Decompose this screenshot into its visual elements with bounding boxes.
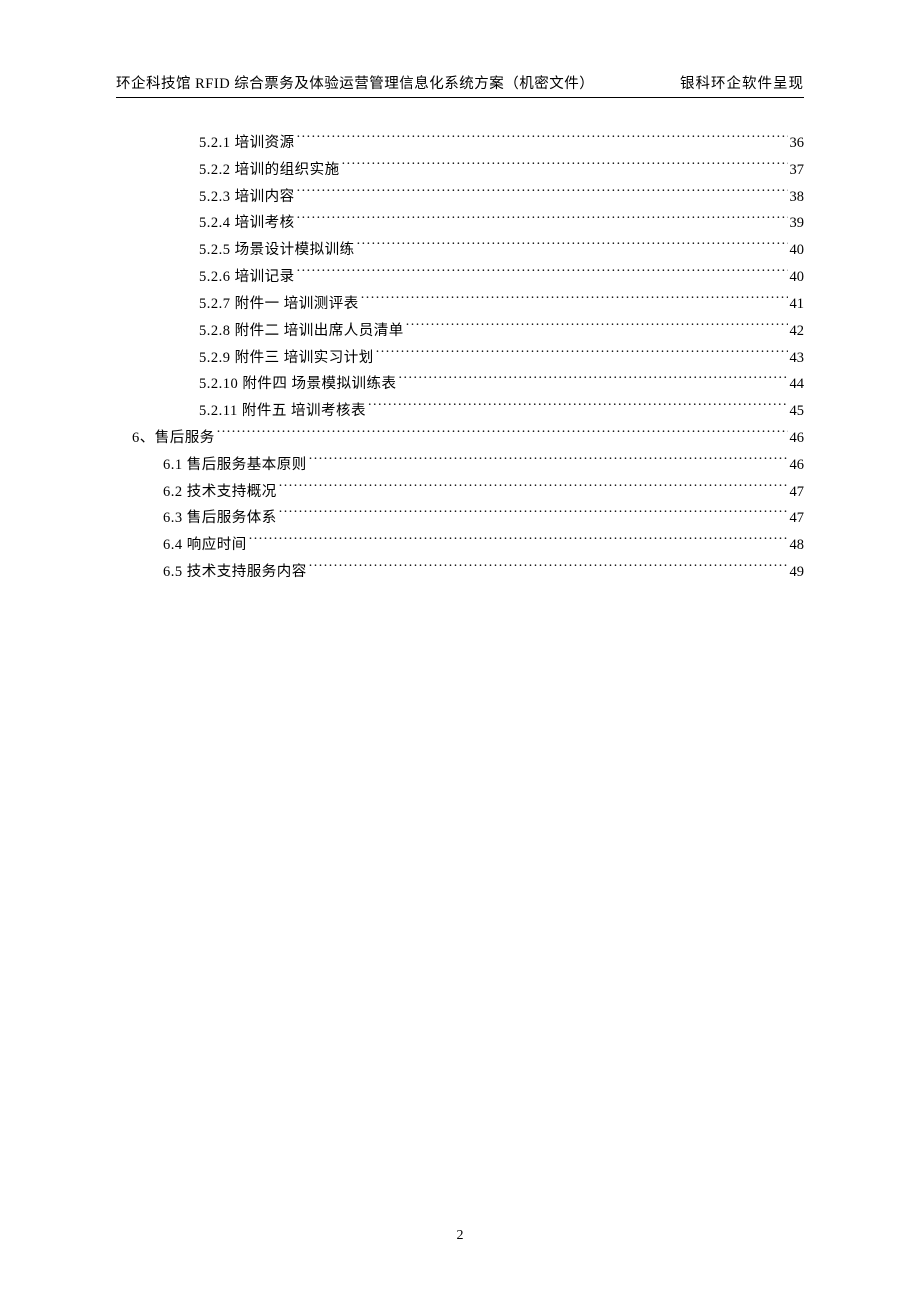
toc-label: 5.2.6 培训记录 (199, 264, 295, 291)
toc-entry: 5.2.8 附件二 培训出席人员清单 42 (116, 318, 804, 345)
toc-leader-dots (279, 481, 788, 496)
toc-label: 5.2.9 附件三 培训实习计划 (199, 345, 374, 372)
toc-entry: 5.2.5 场景设计模拟训练 40 (116, 237, 804, 264)
toc-label: 6.4 响应时间 (163, 532, 247, 559)
toc-page-number: 37 (790, 157, 805, 184)
toc-leader-dots (279, 508, 788, 523)
toc-leader-dots (217, 427, 788, 442)
toc-entry: 6.2 技术支持概况 47 (116, 479, 804, 506)
document-page: 环企科技馆 RFID 综合票务及体验运营管理信息化系统方案（机密文件） 银科环企… (0, 0, 920, 586)
toc-label: 5.2.11 附件五 培训考核表 (199, 398, 366, 425)
toc-entry: 5.2.1 培训资源 36 (116, 130, 804, 157)
toc-page-number: 48 (790, 532, 805, 559)
toc-label: 5.2.4 培训考核 (199, 210, 295, 237)
toc-page-number: 36 (790, 130, 805, 157)
toc-entry: 6、售后服务 46 (116, 425, 804, 452)
toc-page-number: 38 (790, 184, 805, 211)
toc-leader-dots (297, 186, 788, 201)
toc-page-number: 42 (790, 318, 805, 345)
toc-entry: 5.2.6 培训记录 40 (116, 264, 804, 291)
toc-page-number: 43 (790, 345, 805, 372)
toc-page-number: 39 (790, 210, 805, 237)
toc-entry: 5.2.3 培训内容 38 (116, 184, 804, 211)
toc-leader-dots (249, 535, 788, 550)
toc-page-number: 47 (790, 505, 805, 532)
page-number: 2 (0, 1228, 920, 1244)
toc-label: 6.3 售后服务体系 (163, 505, 277, 532)
table-of-contents: 5.2.1 培训资源 36 5.2.2 培训的组织实施 37 5.2.3 培训内容 3… (116, 130, 804, 586)
toc-entry: 6.4 响应时间 48 (116, 532, 804, 559)
toc-leader-dots (342, 159, 788, 174)
header-title-right: 银科环企软件呈现 (680, 72, 804, 93)
toc-entry: 5.2.9 附件三 培训实习计划 43 (116, 345, 804, 372)
toc-entry: 5.2.2 培训的组织实施 37 (116, 157, 804, 184)
toc-label: 5.2.2 培训的组织实施 (199, 157, 340, 184)
toc-leader-dots (361, 293, 788, 308)
toc-page-number: 41 (790, 291, 805, 318)
toc-leader-dots (368, 401, 788, 416)
toc-entry: 5.2.7 附件一 培训测评表 41 (116, 291, 804, 318)
toc-leader-dots (297, 267, 788, 282)
toc-label: 5.2.3 培训内容 (199, 184, 295, 211)
toc-entry: 5.2.10 附件四 场景模拟训练表 44 (116, 371, 804, 398)
toc-page-number: 45 (790, 398, 805, 425)
toc-label: 6.1 售后服务基本原则 (163, 452, 307, 479)
header-title-left: 环企科技馆 RFID 综合票务及体验运营管理信息化系统方案（机密文件） (116, 72, 594, 93)
toc-page-number: 44 (790, 371, 805, 398)
toc-label: 6.5 技术支持服务内容 (163, 559, 307, 586)
toc-leader-dots (297, 133, 788, 148)
toc-label: 6、售后服务 (132, 425, 215, 452)
toc-page-number: 46 (790, 425, 805, 452)
toc-label: 5.2.5 场景设计模拟训练 (199, 237, 355, 264)
toc-leader-dots (406, 320, 788, 335)
toc-label: 5.2.7 附件一 培训测评表 (199, 291, 359, 318)
toc-leader-dots (357, 240, 788, 255)
toc-label: 5.2.1 培训资源 (199, 130, 295, 157)
toc-page-number: 40 (790, 264, 805, 291)
toc-leader-dots (297, 213, 788, 228)
toc-entry: 6.1 售后服务基本原则 46 (116, 452, 804, 479)
toc-leader-dots (399, 374, 788, 389)
toc-page-number: 40 (790, 237, 805, 264)
toc-label: 6.2 技术支持概况 (163, 479, 277, 506)
toc-page-number: 46 (790, 452, 805, 479)
toc-label: 5.2.10 附件四 场景模拟训练表 (199, 371, 397, 398)
toc-page-number: 47 (790, 479, 805, 506)
page-header: 环企科技馆 RFID 综合票务及体验运营管理信息化系统方案（机密文件） 银科环企… (116, 72, 804, 98)
toc-entry: 5.2.4 培训考核 39 (116, 210, 804, 237)
toc-leader-dots (376, 347, 788, 362)
toc-leader-dots (309, 562, 788, 577)
toc-entry: 6.3 售后服务体系 47 (116, 505, 804, 532)
toc-entry: 6.5 技术支持服务内容 49 (116, 559, 804, 586)
toc-entry: 5.2.11 附件五 培训考核表 45 (116, 398, 804, 425)
toc-label: 5.2.8 附件二 培训出席人员清单 (199, 318, 404, 345)
toc-page-number: 49 (790, 559, 805, 586)
toc-leader-dots (309, 454, 788, 469)
